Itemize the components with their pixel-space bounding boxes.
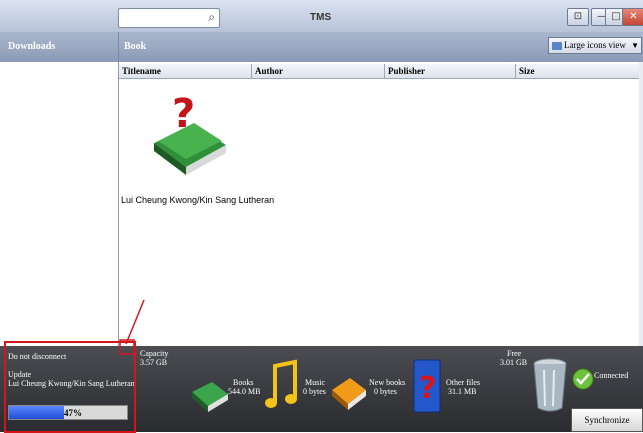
column-header-author[interactable]: Author bbox=[251, 64, 384, 78]
restore-button[interactable]: ⊡ bbox=[567, 8, 589, 26]
connection-status: Connected bbox=[594, 371, 629, 380]
other-files-value: 31.1 MB bbox=[448, 387, 477, 396]
new-books-value: 0 bytes bbox=[374, 387, 397, 396]
other-files-label: Other files bbox=[446, 378, 480, 387]
synchronize-button[interactable]: Synchronize bbox=[571, 408, 643, 432]
annotation-highlight-box bbox=[4, 341, 136, 433]
page-title: Book bbox=[124, 41, 147, 52]
music-value: 0 bytes bbox=[303, 387, 326, 396]
music-note-icon bbox=[265, 359, 297, 408]
music-label: Music bbox=[305, 378, 325, 387]
help-book-icon: ? bbox=[154, 91, 226, 175]
books-icon bbox=[192, 382, 228, 412]
column-header-publisher[interactable]: Publisher bbox=[384, 64, 515, 78]
capacity-label: Capacity bbox=[140, 349, 169, 358]
books-value: 544.0 MB bbox=[228, 387, 261, 396]
svg-text:?: ? bbox=[172, 91, 195, 137]
view-mode-select[interactable]: Large icons view ▼ bbox=[548, 37, 642, 54]
sidebar-title: Downloads bbox=[8, 41, 56, 52]
column-header-size[interactable]: Size bbox=[515, 64, 639, 78]
app-logo: TMS bbox=[310, 12, 332, 23]
close-button[interactable]: ✕ bbox=[622, 8, 643, 26]
search-input[interactable]: ⌕ bbox=[118, 8, 220, 28]
new-books-icon bbox=[332, 378, 366, 410]
downloads-pane bbox=[0, 62, 119, 346]
new-books-label: New books bbox=[369, 378, 406, 387]
trash-icon[interactable] bbox=[532, 356, 568, 414]
other-files-icon: ? bbox=[413, 359, 441, 413]
free-label: Free bbox=[507, 349, 522, 358]
scrollbar[interactable] bbox=[639, 62, 643, 346]
column-header-titlename[interactable]: Titlename bbox=[119, 64, 251, 78]
chevron-down-icon: ▼ bbox=[631, 41, 639, 50]
svg-text:?: ? bbox=[419, 371, 436, 406]
books-label: Books bbox=[233, 378, 254, 387]
capacity-value: 3.57 GB bbox=[140, 358, 168, 367]
view-mode-label: Large icons view bbox=[564, 40, 626, 50]
book-title-caption[interactable]: Lui Cheung Kwong/Kin Sang Lutheran bbox=[121, 195, 274, 205]
large-icons-icon bbox=[552, 41, 562, 50]
connected-check-icon bbox=[572, 368, 594, 390]
free-value: 3.01 GB bbox=[500, 358, 528, 367]
book-item[interactable]: ? bbox=[150, 85, 230, 180]
search-icon[interactable]: ⌕ bbox=[208, 10, 215, 25]
